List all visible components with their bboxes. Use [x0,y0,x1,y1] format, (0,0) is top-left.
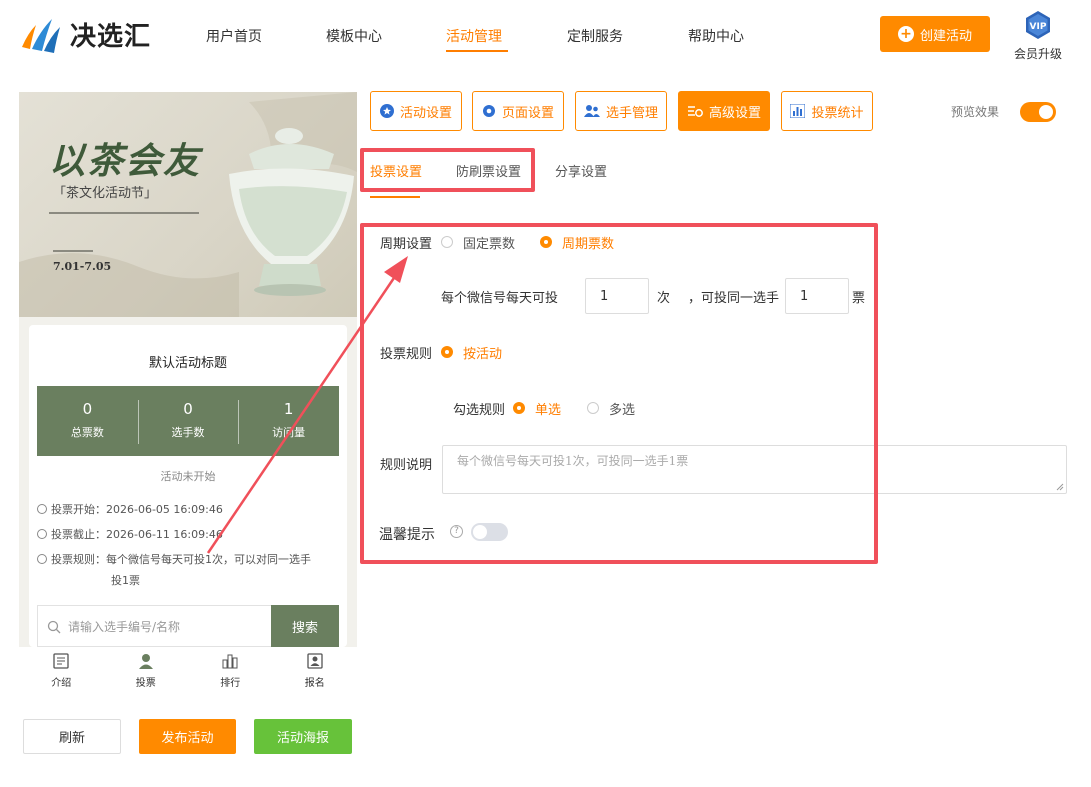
stat-visits: 1 访问量 [238,386,339,456]
tab-intro[interactable]: 介绍 [19,647,104,693]
clock-icon [37,529,47,539]
activity-poster-button[interactable]: 活动海报 [254,719,352,754]
vote-end-row: 投票截止：2026-06-11 16:09:46 [37,525,223,545]
toolbar-label: 高级设置 [708,105,761,121]
subtab-share-settings[interactable]: 分享设置 [555,161,607,180]
tab-page-settings[interactable]: 页面设置 [472,91,564,131]
tab-signup[interactable]: 报名 [273,647,358,693]
resize-handle-icon[interactable] [1056,483,1064,491]
player-search-input[interactable]: 请输入选手编号/名称 [37,605,271,647]
activity-title: 默认活动标题 [148,356,227,371]
toolbar-label: 选手管理 [605,105,658,121]
stat-total-votes: 0 总票数 [37,386,138,456]
search-icon [47,620,61,634]
vote-rule-cont: 投1票 [111,574,140,587]
banner-title: 以茶会友 [49,140,202,182]
nav-templates[interactable]: 模板中心 [326,26,382,46]
stat-label: 选手数 [171,426,205,439]
nav-home[interactable]: 用户首页 [206,26,262,46]
tab-activity-settings[interactable]: 活动设置 [370,91,462,131]
nav-custom-service[interactable]: 定制服务 [567,26,623,46]
stat-value: 0 [82,400,93,418]
search-button[interactable]: 搜索 [271,605,339,647]
advanced-settings-icon [687,106,703,117]
tab-player-management[interactable]: 选手管理 [575,91,667,131]
info-icon [37,554,47,564]
brand-name: 决选汇 [70,21,152,52]
user-icon [138,654,153,669]
preview-effect-toggle[interactable] [1020,102,1056,122]
bar-chart-icon [790,104,806,118]
gear-icon [482,105,495,117]
document-icon [53,653,69,669]
activity-banner: 以茶会友 「茶文化活动节」 7.01-7.05 [19,92,357,317]
publish-activity-button[interactable]: 发布活动 [139,719,236,754]
vote-end-text: 投票截止：2026-06-11 16:09:46 [51,528,223,541]
brand-logo[interactable]: 决选汇 [18,12,151,56]
tab-advanced-settings[interactable]: 高级设置 [678,91,770,131]
toolbar-label: 投票统计 [811,105,864,121]
vip-badge-icon: VIP [1026,11,1050,39]
refresh-button[interactable]: 刷新 [23,719,121,754]
signup-icon [307,653,323,669]
toolbar-label: 活动设置 [399,105,452,121]
vote-start-row: 投票开始：2026-06-05 16:09:46 [37,500,223,520]
banner-date-caption [53,248,93,256]
star-icon [379,104,394,118]
tab-vote[interactable]: 投票 [104,647,189,693]
nav-activity-management[interactable]: 活动管理 [446,26,502,46]
banner-organizer [49,210,199,218]
tea-cup-image [229,128,354,296]
activity-status: 活动未开始 [160,470,216,483]
users-icon [583,105,600,117]
toolbar-label: 页面设置 [501,105,554,121]
create-activity-label: 创建活动 [919,28,972,44]
mobile-preview: 以茶会友 「茶文化活动节」 7.01-7.05 默认活动标题 0 总票数 0 选… [19,92,357,647]
stat-label: 总票数 [70,426,104,439]
nav-active-indicator [446,50,508,52]
search-placeholder: 请输入选手编号/名称 [68,619,181,634]
banner-subtitle: 「茶文化活动节」 [53,186,158,201]
subtab-active-indicator [370,196,420,198]
nav-help[interactable]: 帮助中心 [688,26,744,46]
tab-vote-statistics[interactable]: 投票统计 [781,91,873,131]
logo-mark-icon [22,19,60,53]
stat-players: 0 选手数 [137,386,239,456]
vote-rule-row: 投票规则：每个微信号每天可投1次，可以对同一选手 [37,550,311,570]
vote-start-text: 投票开始：2026-06-05 16:09:46 [51,503,223,516]
ranking-icon [222,654,238,669]
create-activity-button[interactable]: + 创建活动 [880,16,990,52]
tab-label: 排行 [220,678,241,689]
tab-ranking[interactable]: 排行 [188,647,273,693]
subtab-highlight-box [360,148,535,192]
plus-icon: + [897,26,914,42]
clock-icon [37,504,47,514]
tab-label: 投票 [135,678,156,689]
vip-upgrade[interactable]: VIP 会员升级 [1010,10,1066,62]
stat-value: 1 [283,400,294,418]
preview-effect-label: 预览效果 [951,105,1000,119]
stat-label: 访问量 [272,426,306,439]
vip-badge-text: VIP [1030,22,1047,32]
activity-card: 默认活动标题 0 总票数 0 选手数 1 访问量 活动未开始 投票开始：2026… [29,325,347,647]
mobile-tabbar: 介绍 投票 排行 报名 [19,647,357,693]
tab-label: 介绍 [51,678,72,689]
tab-label: 报名 [304,678,325,689]
vote-rule-text: 投票规则：每个微信号每天可投1次，可以对同一选手 [51,553,311,566]
stats-panel: 0 总票数 0 选手数 1 访问量 [37,386,339,456]
vip-upgrade-label: 会员升级 [1013,47,1062,61]
form-highlight-box [360,223,878,564]
stat-value: 0 [183,400,193,418]
banner-date: 7.01-7.05 [53,260,112,273]
